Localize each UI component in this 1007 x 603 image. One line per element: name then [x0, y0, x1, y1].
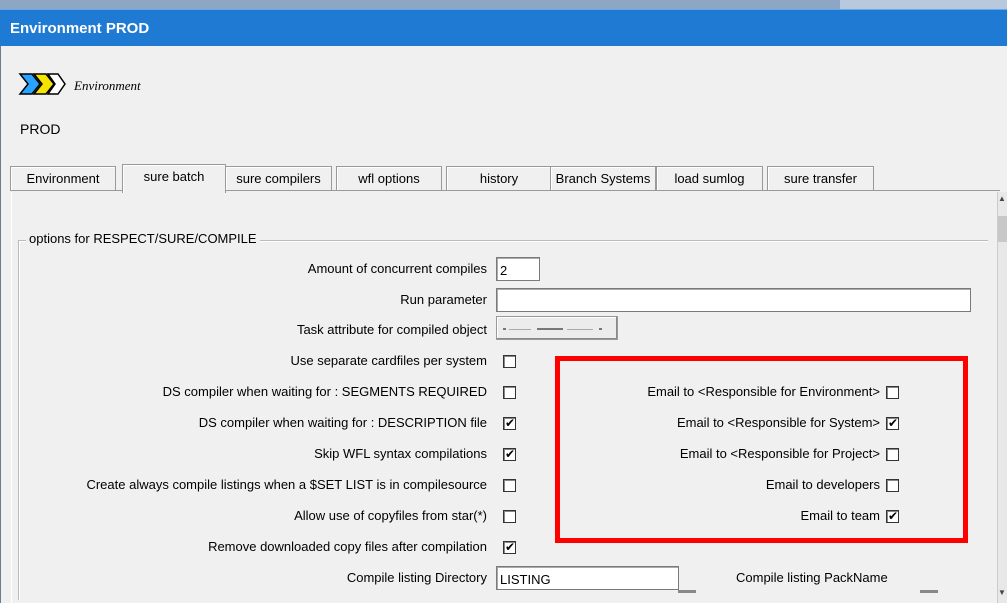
vertical-scrollbar[interactable] — [997, 192, 1007, 603]
options-group-title: options for RESPECT/SURE/COMPILE — [26, 231, 260, 246]
remove-copy-label: Remove downloaded copy files after compi… — [208, 539, 487, 554]
tab-wfl-options[interactable]: wfl options — [336, 166, 442, 191]
tab-history[interactable]: history — [446, 166, 552, 191]
ds-description-label: DS compiler when waiting for : DESCRIPTI… — [198, 415, 487, 430]
tab-load-sumlog[interactable]: load sumlog — [656, 166, 763, 191]
top-strip — [0, 0, 1007, 9]
separate-cardfiles-checkbox[interactable] — [503, 355, 516, 368]
field-edge — [920, 590, 938, 593]
task-attribute-mark — [509, 329, 531, 330]
copyfiles-star-label: Allow use of copyfiles from star(*) — [294, 508, 487, 523]
compile-listings-label: Create always compile listings when a $S… — [86, 477, 487, 492]
tab-environment[interactable]: Environment — [10, 166, 116, 191]
task-attribute-mark — [537, 328, 563, 330]
skip-wfl-label: Skip WFL syntax compilations — [314, 446, 487, 461]
concurrent-compiles-input[interactable] — [496, 257, 540, 281]
ds-segments-label: DS compiler when waiting for : SEGMENTS … — [162, 384, 487, 399]
run-parameter-input[interactable] — [496, 288, 971, 312]
task-attribute-button[interactable] — [496, 316, 618, 340]
remove-copy-checkbox[interactable] — [503, 539, 516, 555]
tab-strip: Environment sure batch sure compilers wf… — [10, 164, 1000, 193]
task-attribute-mark — [567, 329, 593, 330]
top-strip-dark — [0, 0, 840, 9]
task-attribute-label: Task attribute for compiled object — [296, 322, 487, 337]
run-parameter-label: Run parameter — [400, 292, 487, 307]
tab-sure-batch[interactable]: sure batch — [122, 164, 226, 193]
copyfiles-star-checkbox[interactable] — [503, 510, 516, 523]
tab-branch-systems[interactable]: Branch Systems — [550, 166, 656, 191]
concurrent-compiles-label: Amount of concurrent compiles — [307, 261, 487, 276]
object-type-label: Environment — [74, 78, 141, 93]
window-title: Environment PROD — [10, 20, 150, 37]
scroll-down-icon[interactable]: ▼ — [998, 588, 1006, 597]
skip-wfl-checkbox[interactable] — [503, 446, 516, 462]
environment-chevron-icon — [18, 73, 66, 95]
scrollbar-thumb[interactable] — [998, 216, 1007, 242]
tab-sure-compilers[interactable]: sure compilers — [225, 166, 332, 191]
task-attribute-mark — [503, 328, 506, 330]
compile-listings-checkbox[interactable] — [503, 479, 516, 492]
tab-sure-transfer[interactable]: sure transfer — [767, 166, 874, 191]
highlight-box — [555, 356, 968, 543]
listing-directory-input[interactable] — [496, 566, 679, 590]
separate-cardfiles-label: Use separate cardfiles per system — [290, 353, 487, 368]
title-bar[interactable]: Environment PROD — [0, 9, 1007, 46]
listing-packname-label: Compile listing PackName — [736, 570, 888, 585]
scroll-up-icon[interactable]: ▲ — [998, 194, 1006, 203]
ds-segments-checkbox[interactable] — [503, 386, 516, 399]
listing-directory-label: Compile listing Directory — [346, 570, 487, 585]
field-edge — [678, 590, 696, 593]
ds-description-checkbox[interactable] — [503, 415, 516, 431]
task-attribute-mark — [599, 328, 602, 330]
environment-name: PROD — [20, 121, 61, 137]
